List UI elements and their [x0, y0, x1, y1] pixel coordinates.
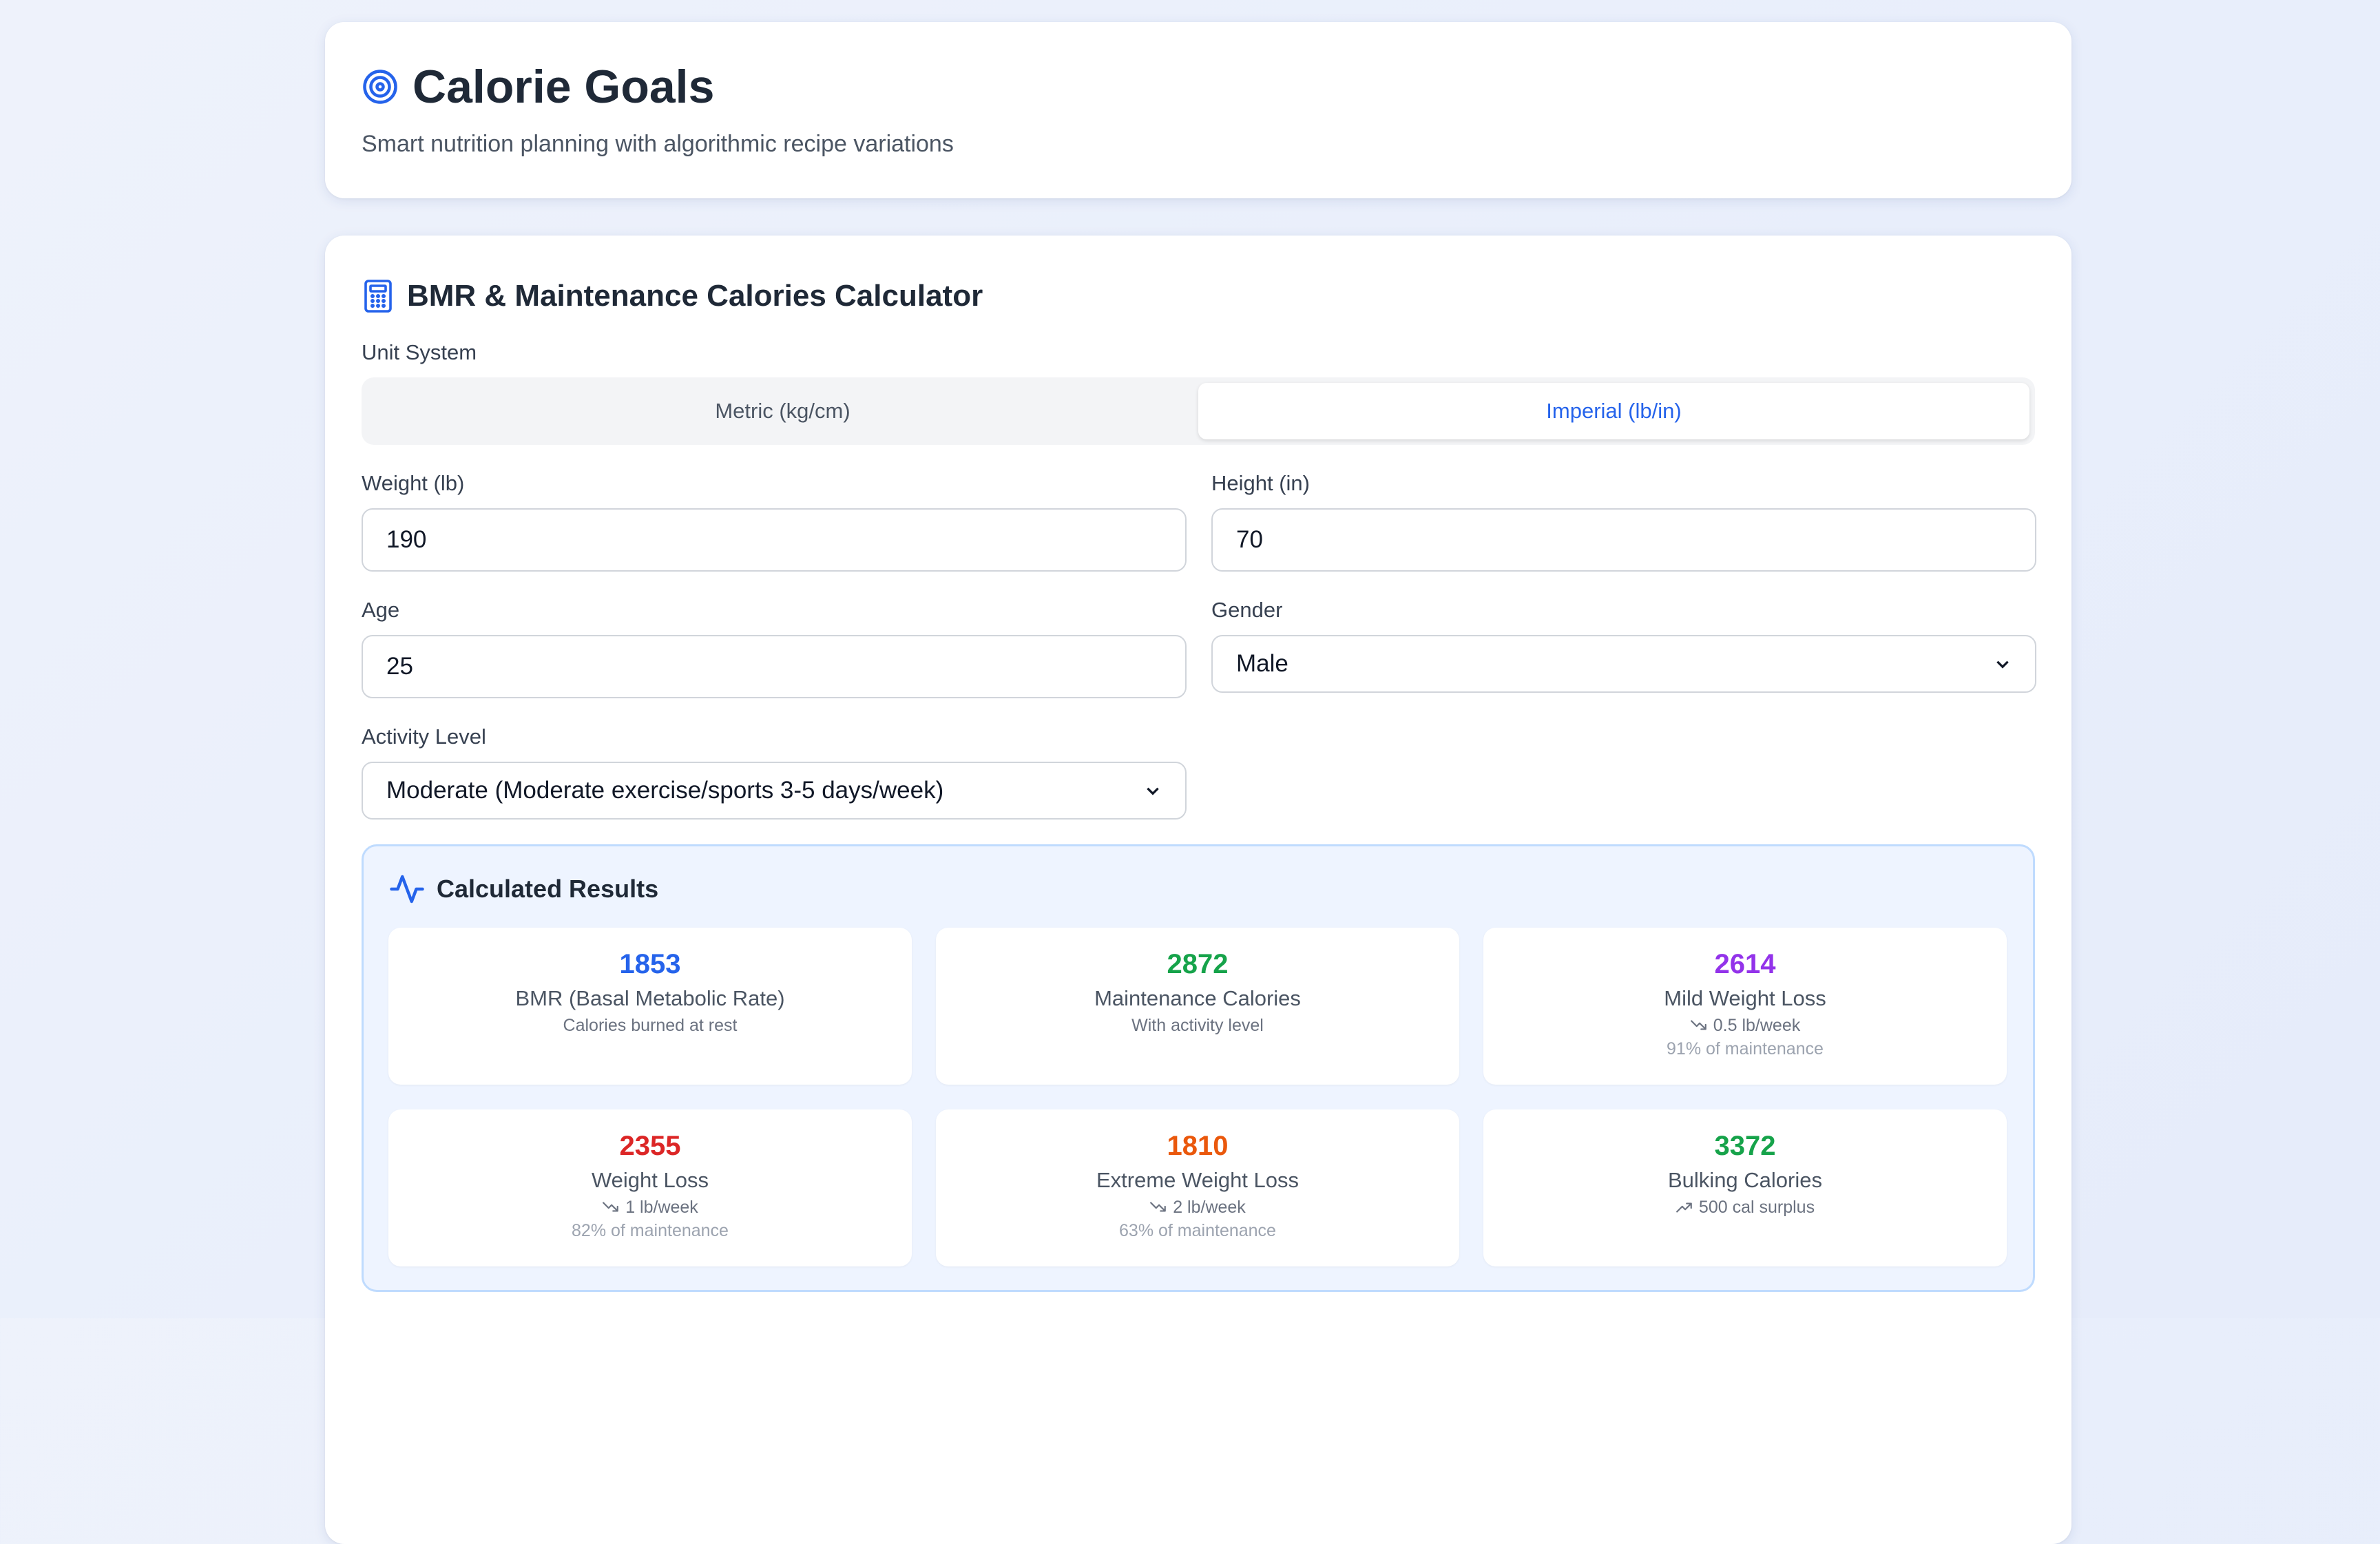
weight-field-group: Weight (lb) 190 [362, 471, 1187, 572]
result-sub: 500 cal surplus [1676, 1196, 1815, 1218]
height-value: 70 [1236, 526, 1263, 553]
height-input[interactable]: 70 [1211, 508, 2036, 572]
page-subtitle: Smart nutrition planning with algorithmi… [362, 131, 954, 157]
result-label: Extreme Weight Loss [1096, 1168, 1299, 1192]
result-sub: 1 lb/week [602, 1196, 698, 1218]
trending-down-icon [1150, 1202, 1167, 1212]
unit-system-label: Unit System [362, 340, 477, 364]
result-sub-text: Calories burned at rest [563, 1016, 738, 1035]
age-label: Age [362, 598, 400, 622]
results-grid: 1853 BMR (Basal Metabolic Rate) Calories b… [388, 928, 2008, 1266]
weight-input[interactable]: 190 [362, 508, 1187, 572]
result-card-bmr: 1853 BMR (Basal Metabolic Rate) Calories b… [388, 928, 912, 1085]
result-card-bulking: 3372 Bulking Calories 500 cal surplus [1483, 1109, 2007, 1266]
result-sub: Calories burned at rest [563, 1014, 738, 1036]
result-value: 3372 [1714, 1131, 1776, 1161]
trending-up-icon [1676, 1202, 1692, 1213]
age-input[interactable]: 25 [362, 635, 1187, 698]
result-card-extreme-weight-loss: 1810 Extreme Weight Loss 2 lb/week 63% of m… [936, 1109, 1459, 1266]
weight-value: 190 [386, 526, 427, 553]
chevron-down-icon [1996, 660, 2009, 669]
activity-value: Moderate (Moderate exercise/sports 3-5 d… [386, 777, 944, 804]
result-card-mild-weight-loss: 2614 Mild Weight Loss 0.5 lb/week 91% of ma… [1483, 928, 2007, 1085]
result-sub-text: 2 lb/week [1173, 1198, 1246, 1217]
unit-system-toggle: Metric (kg/cm) Imperial (lb/in) [362, 377, 2035, 445]
result-card-maintenance: 2872 Maintenance Calories With activity le… [936, 928, 1459, 1085]
result-value: 2355 [619, 1131, 681, 1161]
calculator-card: BMR & Maintenance Calories Calculator Un… [325, 236, 2071, 1544]
result-sub: With activity level [1131, 1014, 1264, 1036]
result-value: 2872 [1167, 949, 1229, 979]
result-value: 2614 [1714, 949, 1776, 979]
calculator-header: BMR & Maintenance Calories Calculator [362, 269, 2035, 324]
calculator-title: BMR & Maintenance Calories Calculator [407, 279, 983, 313]
results-header: Calculated Results [388, 867, 2008, 911]
trending-down-icon [1690, 1020, 1706, 1030]
header-card: Calorie Goals Smart nutrition planning w… [325, 22, 2071, 198]
gender-select[interactable]: Male [1211, 635, 2036, 693]
result-sub-text: 1 lb/week [625, 1198, 698, 1217]
gender-value: Male [1236, 650, 1288, 677]
gender-field-group: Gender Male [1211, 598, 2036, 698]
age-value: 25 [386, 653, 413, 680]
results-panel: Calculated Results 1853 BMR (Basal Metabo… [362, 844, 2035, 1292]
unit-metric-button[interactable]: Metric (kg/cm) [367, 383, 1198, 439]
result-sub-text: 0.5 lb/week [1713, 1016, 1801, 1035]
result-sub: 0.5 lb/week [1690, 1014, 1800, 1036]
result-label: Maintenance Calories [1094, 986, 1301, 1010]
height-field-group: Height (in) 70 [1211, 471, 2036, 572]
form-grid: Weight (lb) 190 Height (in) 70 Age 25 Ge… [362, 445, 2036, 820]
chevron-down-icon [1147, 787, 1159, 795]
calculator-icon [364, 280, 392, 313]
result-value: 1853 [619, 949, 681, 979]
result-percent: 91% of maintenance [1667, 1039, 1824, 1058]
result-percent: 82% of maintenance [572, 1221, 729, 1240]
result-label: Weight Loss [591, 1168, 709, 1192]
target-icon [363, 70, 397, 104]
age-field-group: Age 25 [362, 598, 1187, 698]
height-label: Height (in) [1211, 471, 1310, 495]
activity-label: Activity Level [362, 724, 486, 749]
result-label: Mild Weight Loss [1664, 986, 1826, 1010]
weight-label: Weight (lb) [362, 471, 465, 495]
result-sub-text: With activity level [1131, 1016, 1264, 1035]
activity-field-group: Activity Level Moderate (Moderate exerci… [362, 724, 1187, 820]
result-label: BMR (Basal Metabolic Rate) [515, 986, 785, 1010]
gender-label: Gender [1211, 598, 1283, 622]
result-card-weight-loss: 2355 Weight Loss 1 lb/week 82% of maintenan… [388, 1109, 912, 1266]
results-title: Calculated Results [437, 875, 659, 903]
result-sub-text: 500 cal surplus [1698, 1198, 1815, 1217]
result-sub: 2 lb/week [1149, 1196, 1246, 1218]
trending-down-icon [603, 1202, 619, 1212]
result-label: Bulking Calories [1668, 1168, 1822, 1192]
page: Calorie Goals Smart nutrition planning w… [325, 22, 2071, 1544]
page-title: Calorie Goals [413, 61, 715, 113]
activity-icon [390, 875, 424, 904]
result-percent: 63% of maintenance [1119, 1221, 1276, 1240]
unit-imperial-button[interactable]: Imperial (lb/in) [1198, 383, 2029, 439]
activity-select[interactable]: Moderate (Moderate exercise/sports 3-5 d… [362, 762, 1187, 820]
title-row: Calorie Goals [362, 58, 2035, 116]
result-value: 1810 [1167, 1131, 1229, 1161]
